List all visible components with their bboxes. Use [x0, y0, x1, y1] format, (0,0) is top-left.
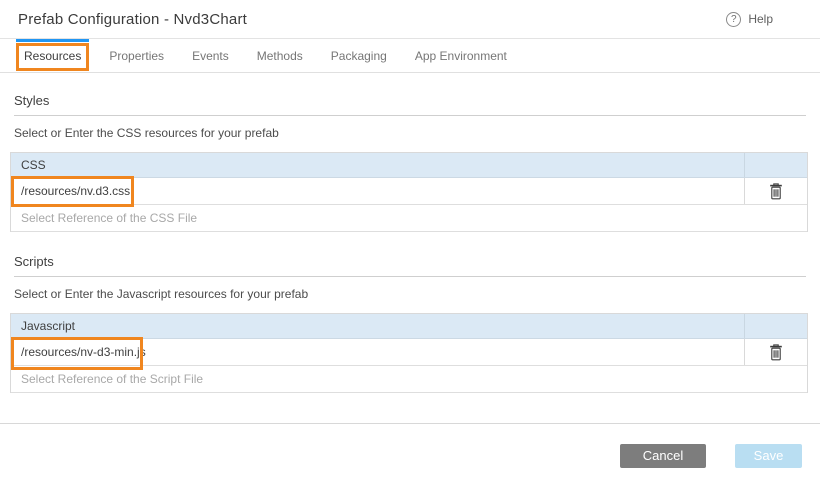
tab-properties[interactable]: Properties	[101, 39, 172, 72]
prefab-configuration-dialog: Prefab Configuration - Nvd3Chart ? Help …	[0, 0, 820, 487]
styles-description: Select or Enter the CSS resources for yo…	[14, 126, 808, 140]
javascript-placeholder-row[interactable]: Select Reference of the Script File	[11, 366, 807, 393]
javascript-resources-table: Javascript /resources/nv-d3-min.js	[10, 313, 808, 393]
help-label[interactable]: Help	[748, 12, 773, 26]
css-resources-table: CSS /resources/nv.d3.css	[10, 152, 808, 232]
tab-properties-label: Properties	[109, 49, 164, 63]
active-tab-indicator	[16, 39, 89, 42]
css-column-header: CSS	[11, 153, 744, 177]
help-button[interactable]: ? Help	[726, 12, 773, 27]
scripts-section: Scripts Select or Enter the Javascript r…	[10, 248, 808, 393]
tab-methods-label: Methods	[257, 49, 303, 63]
resources-panel: Styles Select or Enter the CSS resources…	[0, 73, 820, 393]
css-resource-value[interactable]: /resources/nv.d3.css	[11, 178, 744, 204]
styles-section: Styles Select or Enter the CSS resources…	[10, 87, 808, 232]
tab-app-environment[interactable]: App Environment	[407, 39, 515, 72]
css-placeholder-row[interactable]: Select Reference of the CSS File	[11, 205, 807, 232]
javascript-column-header: Javascript	[11, 314, 744, 338]
dialog-footer: Cancel Save	[0, 423, 820, 487]
javascript-resource-row: /resources/nv-d3-min.js	[11, 339, 807, 366]
javascript-action-column-header	[744, 314, 807, 338]
delete-javascript-resource-button[interactable]	[767, 342, 785, 363]
tab-methods[interactable]: Methods	[249, 39, 311, 72]
help-question-icon[interactable]: ?	[726, 12, 741, 27]
save-button[interactable]: Save	[735, 444, 802, 468]
tab-packaging-label: Packaging	[331, 49, 387, 63]
styles-heading: Styles	[14, 87, 806, 116]
css-table-header-row: CSS	[11, 153, 807, 178]
tab-events[interactable]: Events	[184, 39, 237, 72]
trash-icon	[769, 344, 783, 361]
scripts-description: Select or Enter the Javascript resources…	[14, 287, 808, 301]
javascript-resource-value[interactable]: /resources/nv-d3-min.js	[11, 339, 744, 365]
javascript-table-header-row: Javascript	[11, 314, 807, 339]
tab-resources-label: Resources	[24, 49, 81, 63]
css-resource-input-placeholder[interactable]: Select Reference of the CSS File	[11, 205, 744, 231]
tab-resources[interactable]: Resources	[16, 39, 89, 72]
delete-css-resource-button[interactable]	[767, 181, 785, 202]
css-resource-row: /resources/nv.d3.css	[11, 178, 807, 205]
tab-bar: Resources Properties Events Methods Pack…	[0, 39, 820, 73]
css-action-column-header	[744, 153, 807, 177]
tab-app-environment-label: App Environment	[415, 49, 507, 63]
javascript-resource-input-placeholder[interactable]: Select Reference of the Script File	[11, 366, 744, 392]
tab-packaging[interactable]: Packaging	[323, 39, 395, 72]
cancel-button[interactable]: Cancel	[620, 444, 706, 468]
trash-icon	[769, 183, 783, 200]
tab-events-label: Events	[192, 49, 229, 63]
scripts-heading: Scripts	[14, 248, 806, 277]
dialog-header: Prefab Configuration - Nvd3Chart ? Help	[0, 0, 820, 39]
page-title: Prefab Configuration - Nvd3Chart	[18, 11, 247, 28]
